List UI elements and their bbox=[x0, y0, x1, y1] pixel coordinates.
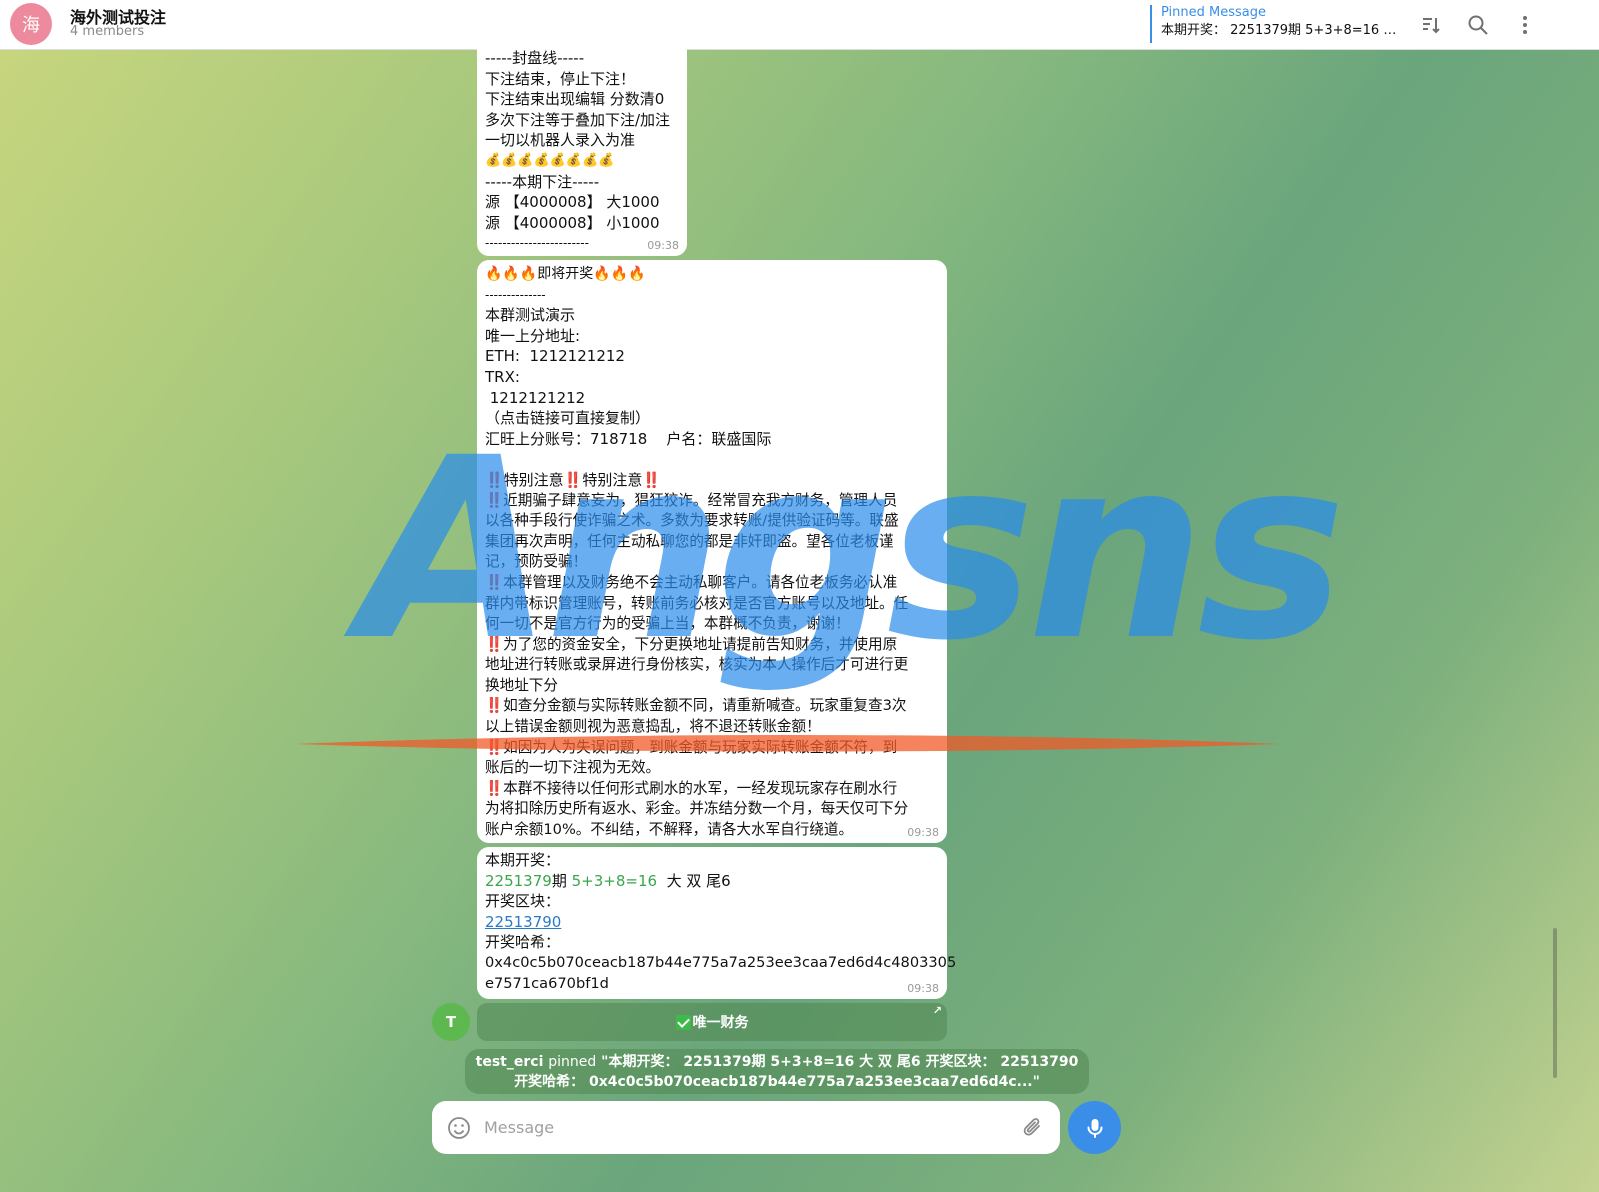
message-text: 记，预防受骗！ bbox=[485, 553, 588, 571]
message-text: ‼️如查分金额与实际转账金额不同，请重新喊查。玩家重复查3次 bbox=[485, 697, 907, 715]
message-composer bbox=[432, 1101, 1060, 1154]
message-text: ‼️本群不接待以任何形式刷水的水军，一经发现玩家存在刷水行 bbox=[485, 779, 898, 797]
inline-keyboard-button[interactable]: 唯一财务 ↗ bbox=[477, 1003, 947, 1041]
draw-formula: 5+3+8=16 bbox=[571, 871, 658, 890]
sender-avatar[interactable]: T bbox=[432, 1003, 470, 1041]
message-text bbox=[485, 449, 939, 470]
message-text: 群内带标识管理账号，转账前务必核对是否官方账号以及地址。任 bbox=[485, 594, 909, 612]
search-icon[interactable] bbox=[1465, 12, 1491, 38]
message-text: -----封盘线----- bbox=[485, 49, 585, 67]
message-text: 为将扣除历史所有返水、彩金。并冻结分数一个月，每天仅可下分 bbox=[485, 800, 909, 818]
message-text: 唯一上分地址: bbox=[485, 326, 581, 345]
message-text: 何一切不是官方行为的受骗上当，本群概不负责，谢谢！ bbox=[485, 615, 850, 633]
message-time: 09:38 bbox=[907, 826, 939, 839]
message-bubble[interactable]: 🔥🔥🔥即将开奖🔥🔥🔥 -------------- 本群测试演示 唯一上分地址:… bbox=[477, 260, 947, 843]
message-text: -----本期下注----- bbox=[485, 172, 600, 191]
paperclip-icon[interactable] bbox=[1020, 1115, 1046, 1141]
message-text: ETH: 1212121212 bbox=[485, 347, 625, 366]
chat-header: 海 海外测试投注 4 members Pinned Message 本期开奖： … bbox=[0, 0, 1599, 50]
message-text: ‼️为了您的资金安全，下分更换地址请提前告知财务，并使用原 bbox=[485, 635, 898, 653]
message-text: 以上错误金额则视为恶意捣乱，将不退还转账金额！ bbox=[485, 718, 821, 736]
message-bubble[interactable]: 本期开奖： 2251379期 5+3+8=16 大 双 尾6 开奖区块： 225… bbox=[477, 847, 957, 999]
message-input[interactable] bbox=[484, 1114, 984, 1140]
message-text: 本群测试演示 bbox=[485, 306, 576, 325]
inline-button-label: 唯一财务 bbox=[692, 1015, 749, 1031]
service-action: pinned bbox=[548, 1054, 597, 1070]
message-text: -------------- bbox=[485, 287, 546, 302]
message-text: ‼️特别注意‼️特别注意‼️ bbox=[485, 470, 662, 489]
block-link[interactable]: 22513790 bbox=[485, 913, 561, 931]
message-text: 下注结束，停止下注！ bbox=[485, 69, 636, 88]
message-text: 集团再次声明，任何主动私聊您的都是非奸即盗。望各位老板谨 bbox=[485, 532, 894, 550]
draw-result: 大 双 尾6 bbox=[666, 871, 731, 890]
period-suffix: 期 bbox=[551, 871, 567, 890]
message-text: 汇旺上分账号：718718 户名：联盛国际 bbox=[485, 429, 772, 448]
microphone-icon[interactable] bbox=[1068, 1101, 1121, 1154]
message-time: 09:38 bbox=[907, 982, 939, 995]
check-icon bbox=[675, 1014, 691, 1030]
service-message[interactable]: test_erci pinned "本期开奖： 2251379期 5+3+8=1… bbox=[465, 1049, 1089, 1094]
message-text: ‼️本群管理以及财务绝不会主动私聊客户。请各位老板务必认准 bbox=[485, 573, 898, 591]
service-actor: test_erci bbox=[475, 1054, 544, 1070]
message-text: （点击链接可直接复制） bbox=[485, 409, 651, 428]
message-text: 一切以机器人录入为准 bbox=[485, 131, 636, 150]
message-text: 多次下注等于叠加下注/加注 bbox=[485, 110, 671, 129]
message-text: 🔥🔥🔥即将开奖🔥🔥🔥 bbox=[485, 266, 646, 282]
message-text: 地址进行转账或录屏进行身份核实，核实为本人操作后才可进行更 bbox=[485, 656, 909, 674]
draw-result-line: 2251379期 5+3+8=16 大 双 尾6 bbox=[485, 871, 939, 892]
pinned-message-text: 本期开奖： 2251379期 5+3+8=16 大… bbox=[1161, 23, 1399, 38]
more-icon[interactable] bbox=[1512, 12, 1538, 38]
message-text: 1212121212 bbox=[485, 388, 586, 407]
message-time: 09:38 bbox=[647, 239, 679, 252]
pinned-message-label: Pinned Message bbox=[1161, 5, 1267, 20]
service-text: "本期开奖： 2251379期 5+3+8=16 大 双 尾6 开奖区块： 22… bbox=[514, 1054, 1079, 1090]
draw-hash: 0x4c0c5b070ceacb187b44e775a7a253ee3caa7e… bbox=[485, 953, 957, 971]
message-text: 源 【4000008】 大1000 bbox=[485, 193, 660, 212]
message-bubble[interactable]: -----封盘线----- 下注结束，停止下注！ 下注结束出现编辑 分数清0 多… bbox=[477, 48, 687, 256]
message-text: 账户余额10%。不纠结，不解释，请各大水军自行绕道。 bbox=[485, 821, 854, 839]
message-text: 💰💰💰💰💰💰💰💰 bbox=[485, 152, 615, 168]
draw-hash: e7571ca670bf1d bbox=[485, 974, 609, 992]
message-text: 本期开奖： bbox=[485, 851, 561, 869]
message-text: 账后的一切下注视为无效。 bbox=[485, 759, 661, 777]
message-text: 下注结束出现编辑 分数清0 bbox=[485, 90, 665, 109]
message-text: 换地址下分 bbox=[485, 676, 558, 694]
emoji-icon[interactable] bbox=[446, 1115, 472, 1141]
message-text: 开奖区块： bbox=[485, 892, 561, 911]
period-number: 2251379 bbox=[485, 871, 552, 890]
chat-scrollbar[interactable] bbox=[1553, 928, 1557, 1078]
message-text: 开奖哈希： bbox=[485, 933, 561, 952]
group-avatar[interactable]: 海 bbox=[10, 3, 52, 45]
external-link-icon: ↗ bbox=[932, 1004, 942, 1017]
message-text: TRX: bbox=[485, 367, 520, 386]
message-text: 源 【4000008】 小1000 bbox=[485, 213, 660, 232]
message-text: ‼️近期骗子肆意妄为，猖狂狡诈。经常冒充我方财务，管理人员 bbox=[485, 491, 898, 509]
pinned-message-bar[interactable]: Pinned Message 本期开奖： 2251379期 5+3+8=16 大… bbox=[1150, 5, 1400, 43]
member-count: 4 members bbox=[70, 24, 145, 39]
message-text: ‼️如因为人为失误问题，到账金额与玩家实际转账金额不符，到 bbox=[485, 738, 898, 756]
message-text: 以各种手段行使诈骗之术。多数为要求转账/提供验证码等。联盛 bbox=[485, 512, 899, 530]
sort-icon[interactable] bbox=[1418, 12, 1444, 38]
